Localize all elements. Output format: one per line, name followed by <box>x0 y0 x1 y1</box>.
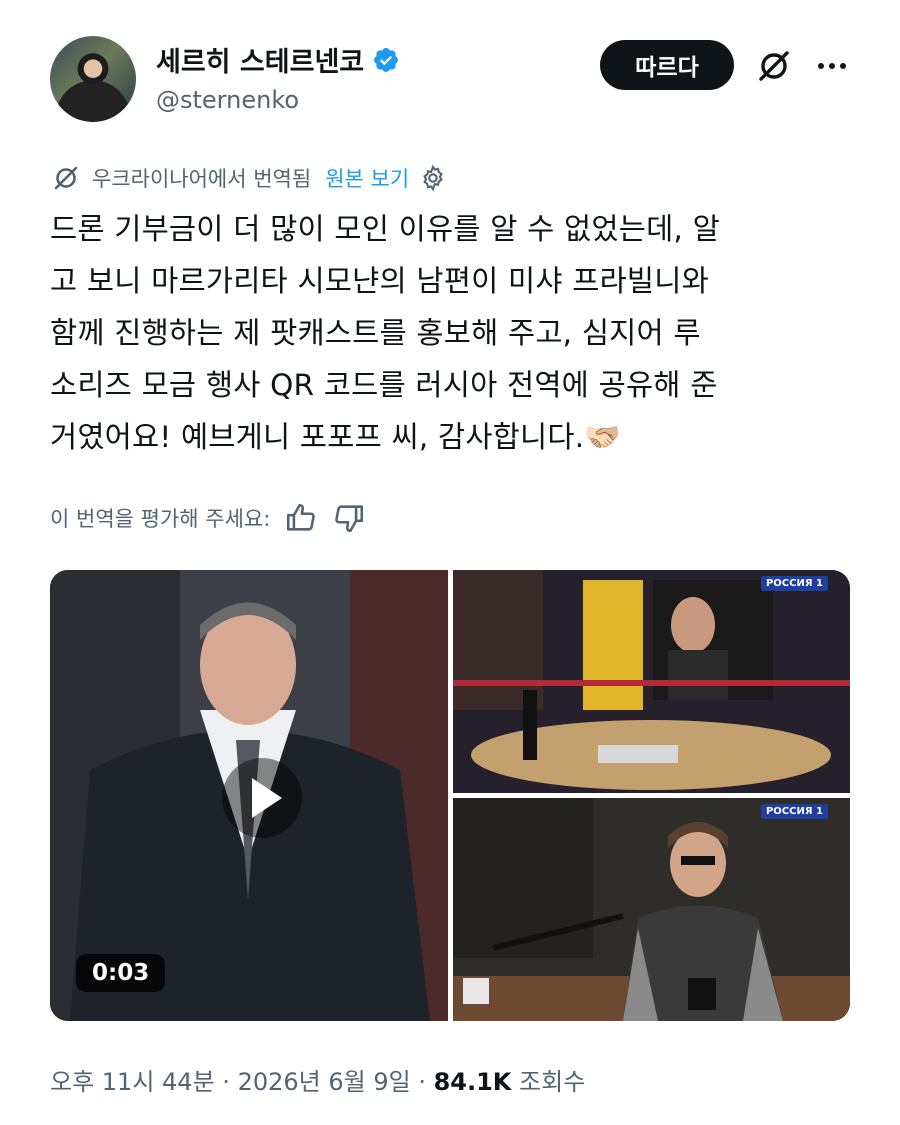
media-grid: 0:03 РОССИЯ 1 РОССИЯ 1 <box>50 570 850 1021</box>
podcast-image-drawing <box>453 798 850 1021</box>
tweet-header: 세르히 스테르넨코 @sternenko 따르다 <box>0 0 900 140</box>
views-count[interactable]: 84.1K <box>434 1068 512 1096</box>
tweet-meta: 오후 11시 44분 · 2026년 6월 9일 · 84.1K 조회수 <box>50 1062 585 1097</box>
tweet-text-line: 소리즈 모금 행사 QR 코드를 러시아 전역에 공유해 준 <box>50 368 718 402</box>
follow-button[interactable]: 따르다 <box>600 40 734 90</box>
avatar[interactable] <box>50 36 136 122</box>
show-original-link[interactable]: 원본 보기 <box>325 163 409 193</box>
tv-channel-logo: РОССИЯ 1 <box>760 804 828 819</box>
display-name[interactable]: 세르히 스테르넨코 <box>156 40 364 79</box>
translation-rating: 이 번역을 평가해 주세요: <box>50 498 366 538</box>
tweet-text-line: 드론 기부금이 더 많이 모인 이유를 알 수 없었는데, 알 <box>50 212 720 246</box>
rating-prompt: 이 번역을 평가해 주세요: <box>50 507 271 531</box>
tweet-text-line: 함께 진행하는 제 팟캐스트를 홍보해 주고, 심지어 루 <box>50 316 701 350</box>
tweet-text-line: 고 보니 마르가리타 시모냔의 남편이 미샤 프라빌니와 <box>50 264 709 298</box>
video-player[interactable]: 0:03 <box>50 570 448 1021</box>
verified-badge-icon <box>374 47 399 72</box>
translation-notice-text: 우크라이나어에서 번역됨 <box>92 167 312 191</box>
post-time[interactable]: 오후 11시 44분 <box>50 1068 215 1096</box>
play-button[interactable] <box>222 758 302 838</box>
handle[interactable]: @sternenko <box>156 86 299 114</box>
views-label: 조회수 <box>519 1068 586 1096</box>
gear-icon[interactable] <box>419 164 447 192</box>
studio-image-drawing <box>453 570 850 793</box>
meta-separator: · <box>418 1068 434 1096</box>
display-name-row[interactable]: 세르히 스테르넨코 <box>156 40 400 79</box>
tweet-text: 드론 기부금이 더 많이 모인 이유를 알 수 없었는데, 알 고 보니 마르가… <box>50 203 860 463</box>
tv-channel-logo: РОССИЯ 1 <box>760 576 828 591</box>
grok-translate-icon <box>54 166 78 190</box>
media-image-studio[interactable]: РОССИЯ 1 <box>453 570 850 793</box>
more-icon[interactable] <box>810 44 854 88</box>
post-date[interactable]: 2026년 6월 9일 <box>238 1068 411 1096</box>
media-image-podcast[interactable]: РОССИЯ 1 <box>453 798 850 1021</box>
translation-notice: 우크라이나어에서 번역됨 원본 보기 <box>50 160 447 196</box>
thumbs-up-icon[interactable] <box>284 501 318 535</box>
meta-separator: · <box>222 1068 238 1096</box>
video-duration: 0:03 <box>76 954 166 992</box>
grok-icon[interactable] <box>752 44 796 88</box>
tweet-text-line: 거였어요! 예브게니 포포프 씨, 감사합니다.🫱🏻‍🫲🏼 <box>50 420 622 454</box>
thumbs-down-icon[interactable] <box>332 501 366 535</box>
